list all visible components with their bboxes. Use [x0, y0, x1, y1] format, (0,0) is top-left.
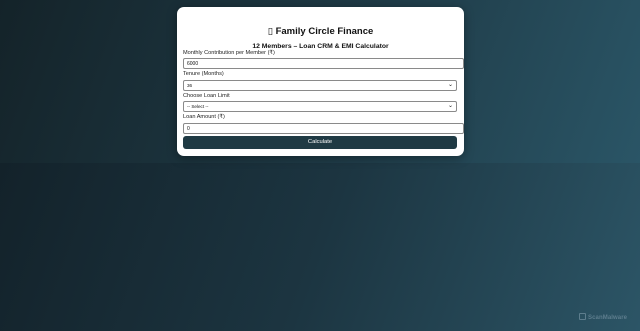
chevron-down-icon: ⌄ [447, 82, 453, 88]
loan-limit-select[interactable]: -- Select -- ⌄ [183, 101, 457, 112]
watermark-logo-icon [579, 313, 586, 320]
watermark: ScanMalware [579, 313, 627, 321]
calculate-button[interactable]: Calculate [183, 136, 457, 149]
watermark-text: ScanMalware [588, 315, 628, 321]
contribution-label: Monthly Contribution per Member (₹) [183, 50, 275, 56]
app-subtitle: 12 Members – Loan CRM & EMI Calculator [252, 43, 389, 50]
tenure-select-value: 36 [187, 83, 193, 88]
calculator-card: ▯ Family Circle Finance 12 Members – Loa… [177, 7, 464, 156]
chevron-down-icon: ⌄ [447, 103, 453, 109]
app-logo-icon: ▯ [267, 26, 273, 37]
loan-amount-label: Loan Amount (₹) [183, 114, 225, 120]
app-title: ▯ Family Circle Finance [177, 26, 464, 37]
loan-amount-input[interactable]: 0 [183, 123, 464, 134]
contribution-input[interactable]: 6000 [183, 58, 464, 69]
tenure-label: Tenure (Months) [183, 71, 224, 77]
loan-limit-label: Choose Loan Limit [183, 93, 230, 99]
app-title-text: Family Circle Finance [275, 26, 374, 37]
page-background-bottom [0, 163, 640, 331]
loan-limit-select-value: -- Select -- [187, 104, 209, 109]
tenure-select[interactable]: 36 ⌄ [183, 80, 457, 91]
